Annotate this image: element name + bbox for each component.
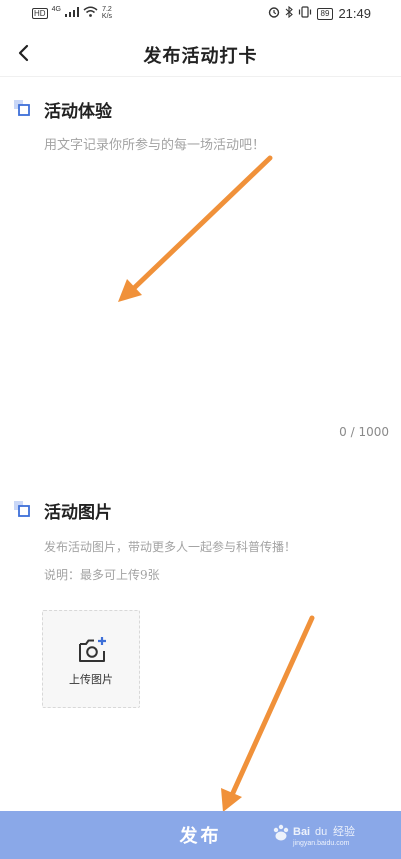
publish-button[interactable]: 发布: [0, 811, 401, 859]
speed-value: 7.2: [102, 6, 112, 13]
status-bar: HD 4G 7.2 K/s 89 21:49: [0, 0, 401, 28]
page-title: 发布活动打卡: [143, 46, 258, 67]
arrow-icon: [221, 615, 315, 812]
nav-bar: 发布活动打卡: [0, 30, 401, 77]
section-square-icon: [14, 100, 30, 116]
vibrate-icon: [298, 6, 312, 21]
photos-section-title: 活动图片: [44, 503, 112, 523]
experience-text-input[interactable]: [44, 134, 384, 414]
upload-image-label: 上传图片: [69, 673, 113, 686]
status-left: HD 4G 7.2 K/s: [32, 6, 112, 20]
alarm-icon: [268, 6, 280, 21]
experience-section-title: 活动体验: [44, 102, 112, 122]
photos-hint: 发布活动图片，带动更多人一起参与科普传播！: [44, 540, 297, 554]
status-time: 21:49: [338, 6, 371, 21]
speed-unit: K/s: [101, 13, 113, 20]
character-counter: 0 / 1000: [339, 425, 389, 439]
camera-add-icon: [79, 637, 106, 662]
signal-icon: [64, 6, 79, 20]
upload-limit-note: 说明：最多可上传9张: [44, 568, 160, 582]
wifi-icon: [83, 6, 98, 20]
status-right: 89 21:49: [268, 5, 371, 21]
hd-badge: HD: [32, 7, 48, 19]
section-square-icon: [14, 501, 30, 517]
network-type-label: 4G: [51, 6, 61, 13]
upload-image-button[interactable]: 上传图片: [42, 610, 140, 708]
bluetooth-icon: [285, 5, 293, 21]
network-speed: 7.2 K/s: [102, 6, 112, 20]
battery-icon: 89: [316, 7, 334, 20]
